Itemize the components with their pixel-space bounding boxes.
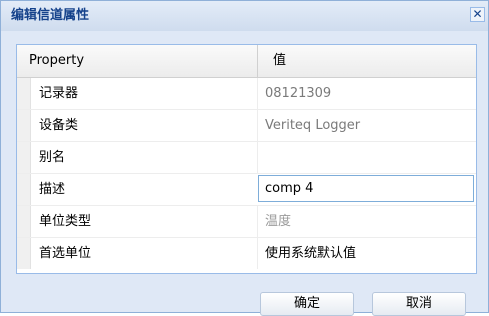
property-name: 单位类型 — [39, 214, 92, 229]
property-row-preferred-unit[interactable]: 首选单位 使用系统默认值 — [17, 238, 476, 270]
property-row-unit-type[interactable]: 单位类型 温度 — [17, 206, 476, 238]
row-divider — [257, 78, 258, 109]
property-row-description[interactable]: 描述 — [17, 174, 476, 206]
row-gutter — [17, 142, 31, 173]
dialog-titlebar: 编辑信道属性 ✕ — [1, 1, 488, 31]
row-divider — [257, 206, 258, 237]
dialog-title: 编辑信道属性 — [11, 8, 90, 23]
row-divider — [257, 110, 258, 141]
row-gutter — [17, 110, 31, 141]
column-header-value[interactable]: 值 — [273, 45, 286, 77]
property-value[interactable]: 使用系统默认值 — [265, 238, 356, 269]
property-name: 描述 — [39, 182, 66, 197]
row-gutter — [17, 206, 31, 237]
property-row-device-class[interactable]: 设备类 Veriteq Logger — [17, 110, 476, 142]
property-value: Veriteq Logger — [265, 118, 361, 133]
cancel-button[interactable]: 取消 — [372, 292, 466, 316]
property-name: 设备类 — [39, 118, 79, 133]
edit-channel-properties-dialog: 编辑信道属性 ✕ Property 值 记录器 08121309 设备类 Ver… — [0, 0, 489, 316]
property-name: 首选单位 — [39, 246, 92, 261]
row-divider — [257, 142, 258, 173]
property-name: 别名 — [39, 150, 66, 165]
ok-button[interactable]: 确定 — [260, 292, 354, 316]
row-gutter — [17, 174, 31, 205]
property-name: 记录器 — [39, 86, 79, 101]
row-gutter — [17, 78, 31, 109]
property-grid: Property 值 记录器 08121309 设备类 Veriteq Logg… — [16, 44, 477, 274]
close-icon[interactable]: ✕ — [470, 7, 485, 22]
property-value: 08121309 — [265, 86, 332, 101]
property-row-alias[interactable]: 别名 — [17, 142, 476, 174]
description-input[interactable] — [258, 175, 474, 202]
row-divider — [257, 238, 258, 269]
property-value: 温度 — [265, 214, 292, 229]
column-divider — [257, 45, 258, 77]
grid-header: Property 值 — [17, 45, 476, 78]
property-row-logger[interactable]: 记录器 08121309 — [17, 78, 476, 110]
row-gutter — [17, 238, 31, 269]
column-header-property[interactable]: Property — [29, 45, 84, 77]
